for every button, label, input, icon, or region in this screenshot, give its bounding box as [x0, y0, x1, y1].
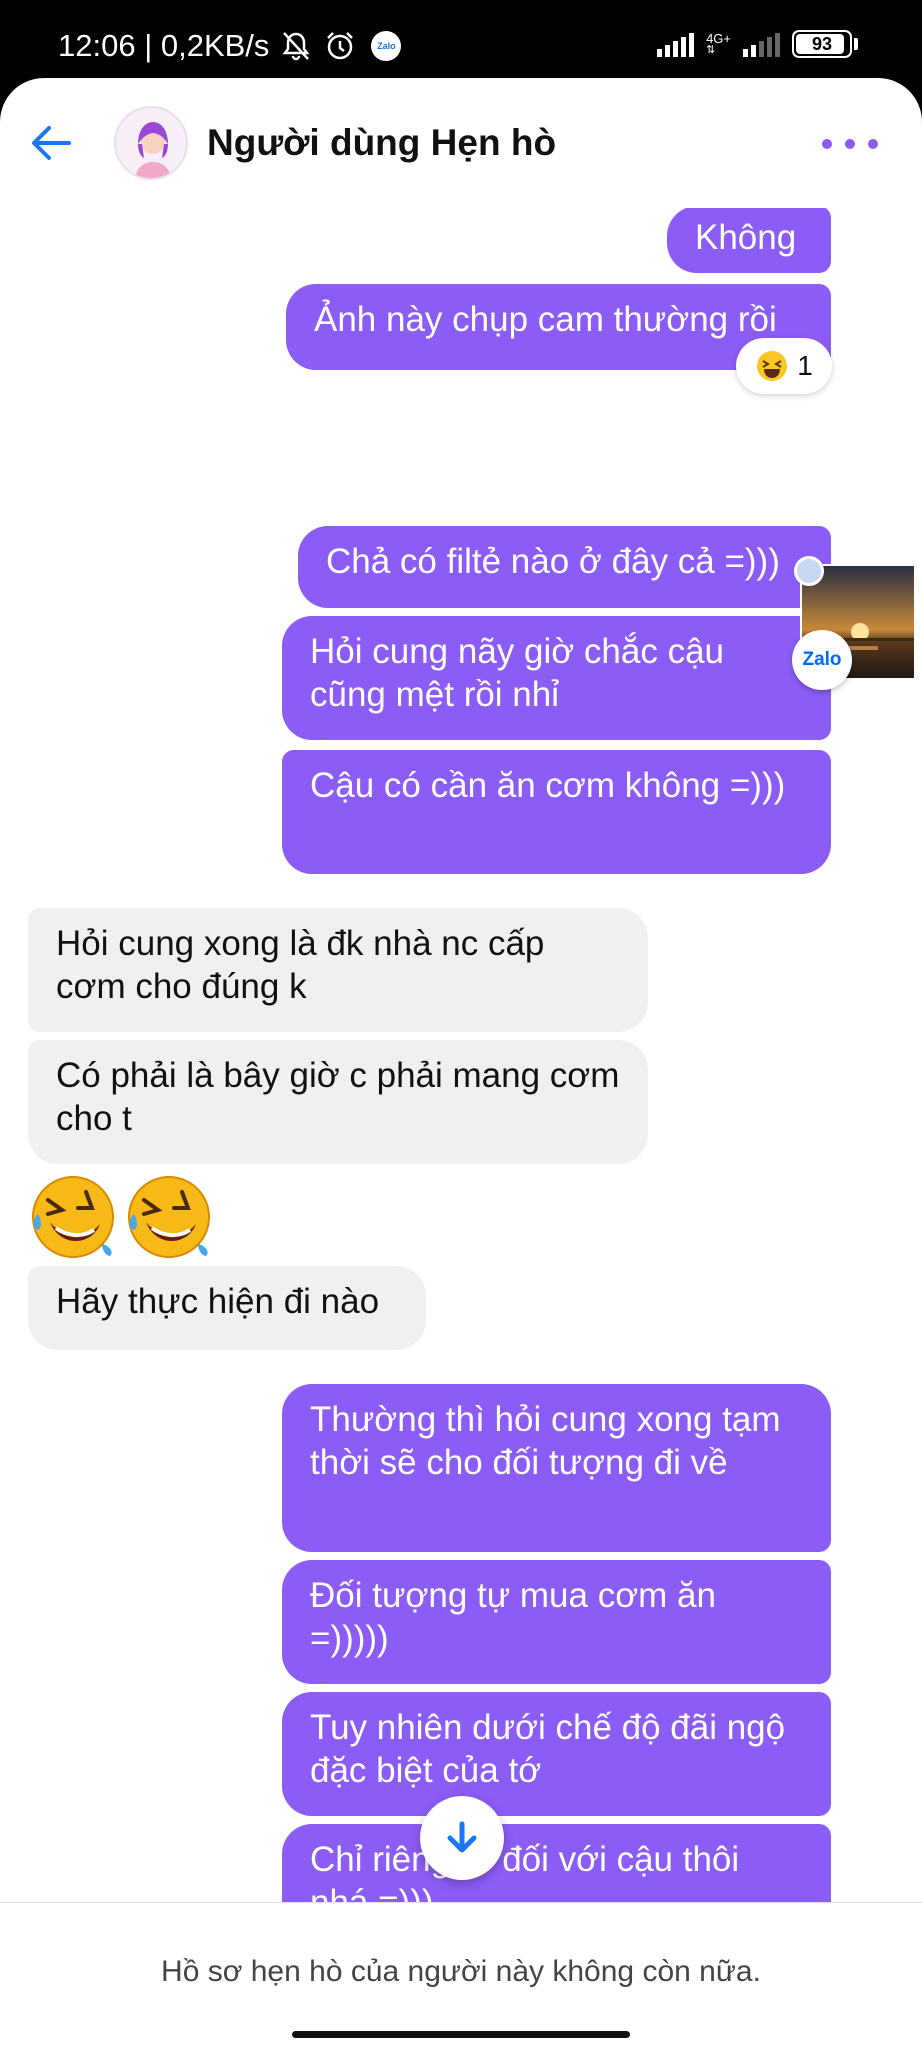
status-left: 12:06 | 0,2KB/s Zalo [58, 28, 402, 64]
message-list[interactable]: Không Ảnh này chụp cam thường rồi 1 Chả … [0, 208, 922, 1978]
more-options-button[interactable] [822, 130, 878, 158]
message-text: Hỏi cung xong là đk nhà nc cấp cơm cho đ… [56, 924, 545, 1006]
arrow-down-icon [447, 1821, 477, 1853]
back-button[interactable] [26, 118, 76, 168]
battery-level: 93 [811, 33, 833, 54]
more-dot-icon [868, 139, 878, 149]
message-text: Đối tượng tự mua cơm ăn =))))) [310, 1576, 716, 1658]
status-right: 4G+ ⇅ 93 [657, 30, 858, 58]
home-indicator[interactable] [292, 2031, 630, 2038]
status-time-speed: 12:06 | 0,2KB/s [58, 28, 270, 63]
network-indicator: 4G+ ⇅ [706, 32, 731, 56]
battery-tip [854, 38, 858, 50]
chat-title: Người dùng Hẹn hò [207, 122, 557, 163]
message-bubble-received[interactable]: Có phải là bây giờ c phải mang cơm cho t [28, 1040, 648, 1164]
scroll-to-bottom-button[interactable] [420, 1796, 504, 1880]
message-bubble-sent[interactable]: Chả có filtẻ nào ở đây cả =))) [298, 526, 831, 608]
message-text: Không [695, 218, 797, 257]
message-text: Hãy thực hiện đi nào [56, 1282, 380, 1321]
dating-user-avatar-icon [116, 108, 186, 178]
more-dot-icon [822, 139, 832, 149]
rolling-laughing-emoji-icon [128, 1176, 210, 1258]
message-text: Chả có filtẻ nào ở đây cả =))) [326, 542, 780, 581]
zalo-label: Zalo [802, 649, 842, 670]
message-bubble-received[interactable]: Hãy thực hiện đi nào [28, 1266, 426, 1350]
chat-header: Người dùng Hẹn hò [0, 78, 922, 208]
avatar[interactable] [114, 106, 188, 180]
message-text: Có phải là bây giờ c phải mang cơm cho t [56, 1056, 620, 1138]
rolling-laughing-emoji-icon [32, 1176, 114, 1258]
reaction-count: 1 [797, 350, 813, 381]
battery-icon: 93 [792, 30, 852, 58]
signal-bars-icon [657, 31, 695, 57]
message-text: Ảnh này chụp cam thường rồi [314, 300, 777, 339]
message-text: Cậu có cần ăn cơm không =))) [310, 766, 786, 805]
zalo-floating-bubble[interactable]: Zalo [792, 630, 852, 690]
alarm-icon [323, 29, 357, 63]
profile-unavailable-footer: Hồ sơ hẹn hò của người này không còn nữa… [0, 1902, 922, 2048]
message-text: Hỏi cung nãy giờ chắc cậu cũng mệt rồi n… [310, 632, 725, 714]
more-dot-icon [845, 139, 855, 149]
message-text: Thường thì hỏi cung xong tạm thời sẽ cho… [310, 1400, 781, 1482]
chat-screen: Người dùng Hẹn hò Không Ảnh này chụp cam… [0, 78, 922, 2048]
mute-notification-icon [279, 29, 313, 63]
read-receipt-dot [794, 556, 824, 586]
message-bubble-sent[interactable]: Không [667, 208, 831, 273]
data-arrows-icon: ⇅ [706, 44, 716, 56]
laughing-emoji-icon [757, 351, 788, 381]
emoji-message[interactable] [30, 1174, 212, 1260]
message-bubble-sent[interactable]: Hỏi cung nãy giờ chắc cậu cũng mệt rồi n… [282, 616, 831, 740]
message-bubble-sent[interactable]: Cậu có cần ăn cơm không =))) [282, 750, 831, 874]
message-bubble-sent[interactable]: Thường thì hỏi cung xong tạm thời sẽ cho… [282, 1384, 831, 1552]
message-bubble-sent[interactable]: Đối tượng tự mua cơm ăn =))))) [282, 1560, 831, 1684]
status-bar: 12:06 | 0,2KB/s Zalo 4G+ ⇅ 93 [0, 0, 922, 78]
arrow-left-icon [32, 126, 71, 160]
signal-bars-2-icon [743, 31, 780, 57]
profile-unavailable-notice: Hồ sơ hẹn hò của người này không còn nữa… [161, 1955, 761, 1988]
message-bubble-received[interactable]: Hỏi cung xong là đk nhà nc cấp cơm cho đ… [28, 908, 648, 1032]
reaction-badge[interactable]: 1 [736, 338, 832, 394]
zalo-notification-icon: Zalo [371, 31, 402, 61]
message-bubble-sent[interactable]: Tuy nhiên dưới chế độ đãi ngộ đặc biệt c… [282, 1692, 831, 1816]
message-text: Tuy nhiên dưới chế độ đãi ngộ đặc biệt c… [310, 1708, 786, 1790]
